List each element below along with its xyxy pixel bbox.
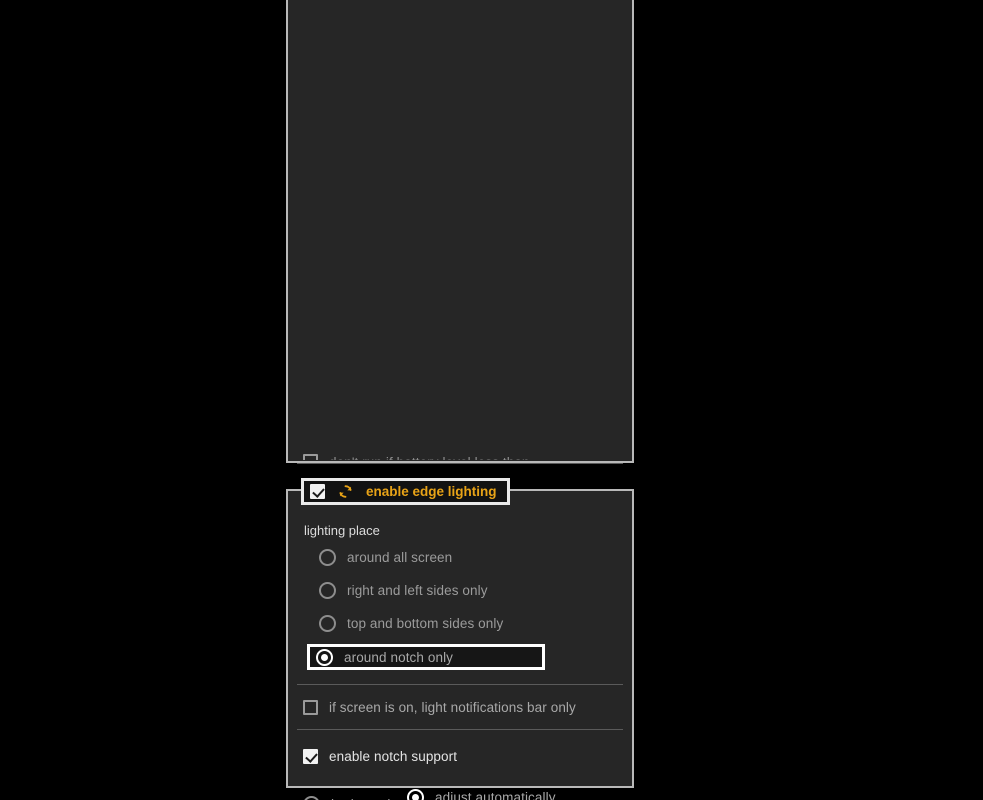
divider [297,684,623,685]
radio-label: right and left sides only [347,583,488,598]
option-label: if screen is on, light notifications bar… [329,700,576,715]
settings-panel-top: don't run if battery level less than do … [286,0,634,463]
checkbox-unchecked-icon[interactable] [303,454,318,460]
radio-label: adjust automatically [435,790,556,800]
checkbox-unchecked-icon[interactable] [303,700,318,715]
radio-row-top-bottom-sides[interactable]: top and bottom sides only [297,607,623,640]
radio-unselected-icon[interactable] [319,582,336,599]
enable-edge-lighting-label: enable edge lighting [366,484,497,499]
enable-edge-lighting-row[interactable]: enable edge lighting [301,478,510,505]
radio-label: top and bottom sides only [347,616,503,631]
radio-selected-icon[interactable] [407,789,424,800]
radio-label: around notch only [344,650,453,665]
option-row-battery-level[interactable]: don't run if battery level less than [297,444,623,460]
checkbox-checked-icon[interactable] [303,749,318,764]
radio-label: around all screen [347,550,452,565]
radio-unselected-icon[interactable] [319,549,336,566]
radio-row-right-left-sides[interactable]: right and left sides only [297,574,623,607]
divider [297,463,623,464]
radio-row-adjust-automatically[interactable]: adjust automatically [297,781,623,800]
radio-unselected-icon[interactable] [319,615,336,632]
sync-refresh-icon [337,483,354,500]
option-row-notifications-bar[interactable]: if screen is on, light notifications bar… [297,688,623,726]
radio-row-around-all-screen[interactable]: around all screen [297,541,623,574]
option-row-notch-support[interactable]: enable notch support [297,740,623,773]
option-label: enable notch support [329,749,457,764]
lighting-place-title: lighting place [297,518,623,541]
settings-panel-bottom: enable edge lighting lighting place arou… [286,489,634,788]
option-label: don't run if battery level less than [329,455,530,460]
divider [297,729,623,730]
screen-root: don't run if battery level less than do … [0,0,983,800]
radio-row-around-notch-only[interactable]: around notch only [307,644,545,670]
radio-selected-icon[interactable] [316,649,333,666]
checkbox-checked-icon[interactable] [310,484,325,499]
